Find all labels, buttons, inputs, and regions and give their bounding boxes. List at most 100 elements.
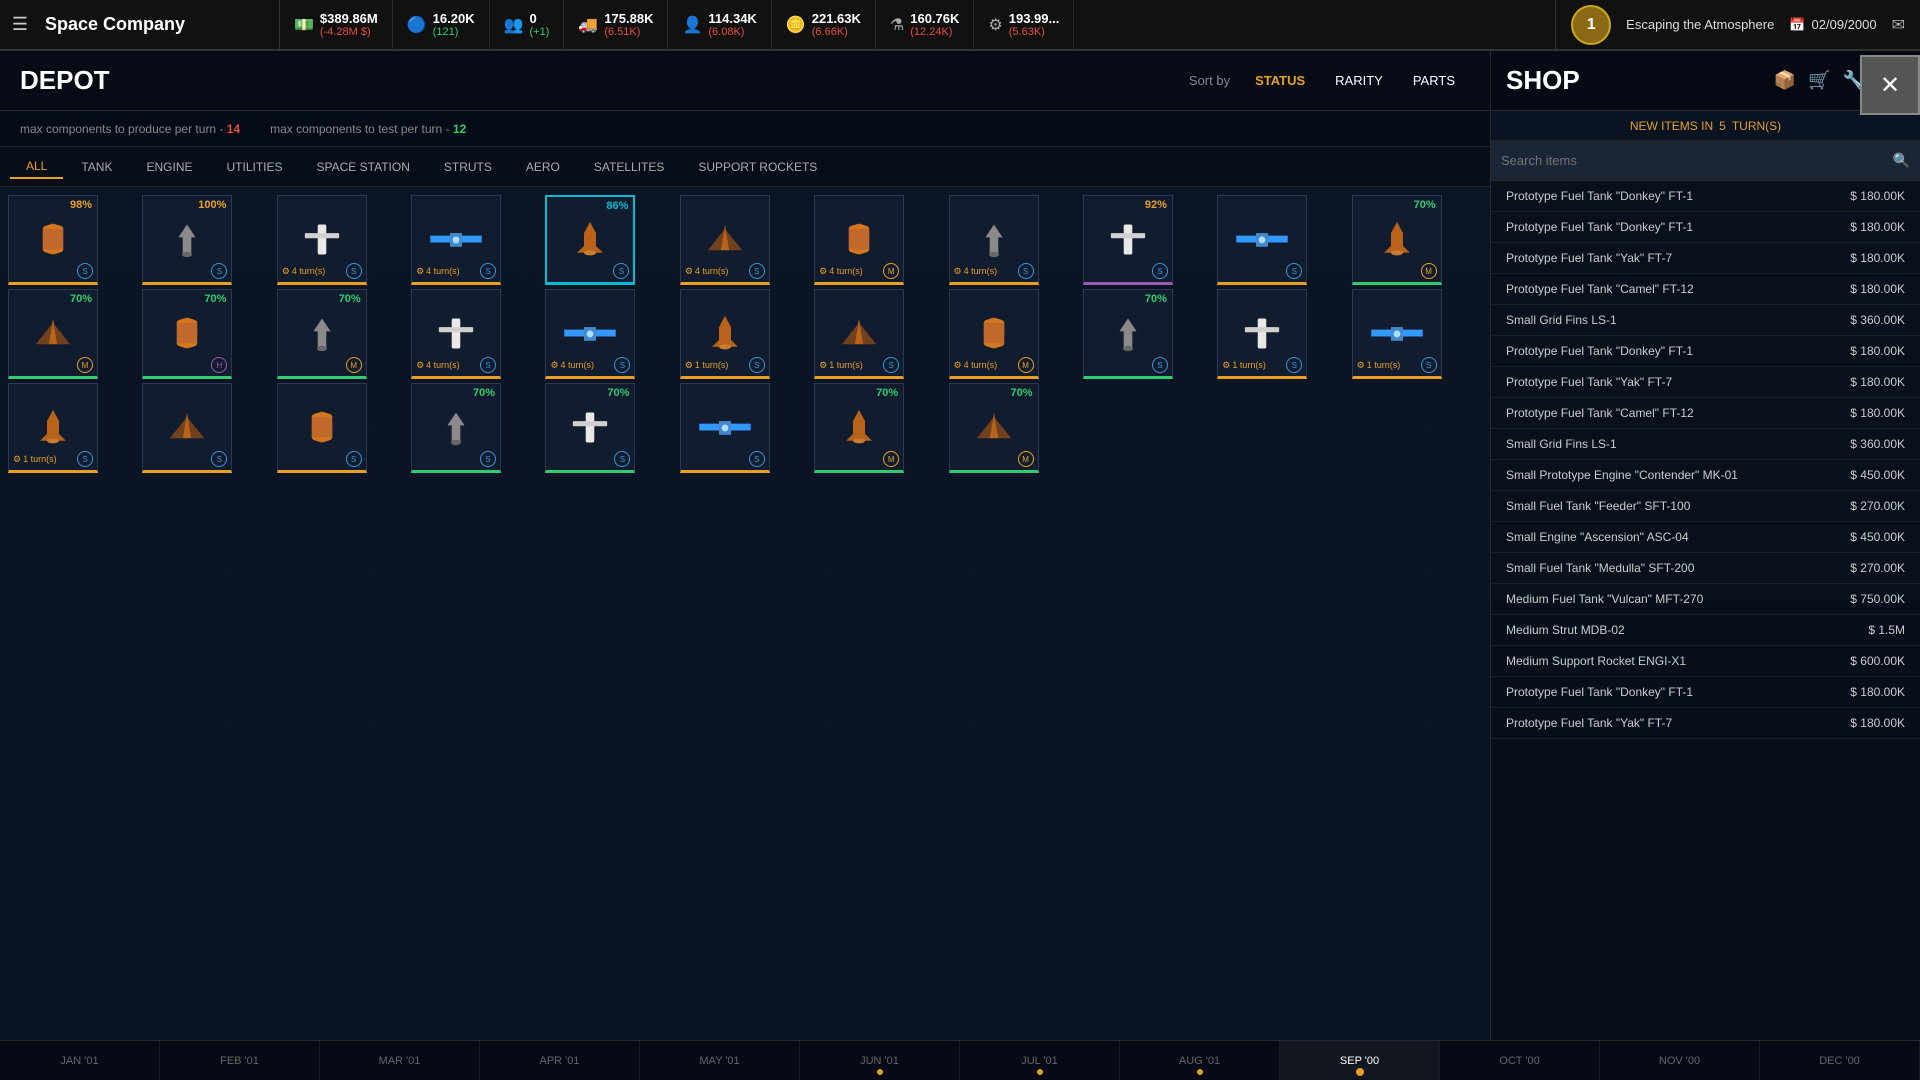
shop-list-item[interactable]: Small Fuel Tank "Medulla" SFT-200 $ 270.… [1491, 553, 1920, 584]
depot-item-bottom: ⚙4 turn(s) S [278, 263, 366, 279]
close-button[interactable]: ✕ [1860, 55, 1920, 115]
timeline-month-label: APR '01 [539, 1055, 579, 1067]
depot-item-bottom: S [143, 263, 231, 279]
depot-item[interactable]: ⚙4 turn(s) M [814, 195, 904, 285]
shop-list-item[interactable]: Small Grid Fins LS-1 $ 360.00K [1491, 305, 1920, 336]
depot-item-pct: 70% [1011, 387, 1033, 399]
sort-rarity-button[interactable]: RARITY [1323, 69, 1395, 92]
sort-parts-button[interactable]: PARTS [1401, 69, 1467, 92]
depot-item[interactable]: 70% H [142, 289, 232, 379]
filter-tab-support-rockets[interactable]: SUPPORT ROCKETS [682, 156, 833, 178]
shop-item-name: Prototype Fuel Tank "Yak" FT-7 [1506, 716, 1672, 730]
shop-list-item[interactable]: Medium Fuel Tank "Vulcan" MFT-270 $ 750.… [1491, 584, 1920, 615]
filter-tab-utilities[interactable]: UTILITIES [211, 156, 299, 178]
depot-item-turns: ⚙4 turn(s) [819, 266, 863, 277]
depot-item[interactable]: 98% S [8, 195, 98, 285]
timeline-month-label: FEB '01 [220, 1055, 259, 1067]
depot-item[interactable]: ⚙4 turn(s) S [411, 289, 501, 379]
shop-item-name: Prototype Fuel Tank "Donkey" FT-1 [1506, 220, 1693, 234]
shop-item-name: Small Grid Fins LS-1 [1506, 313, 1617, 327]
size-badge: S [749, 357, 765, 373]
depot-item[interactable]: 70% M [949, 383, 1039, 473]
shop-item-name: Small Fuel Tank "Feeder" SFT-100 [1506, 499, 1690, 513]
filter-tab-tank[interactable]: TANK [65, 156, 128, 178]
depot-item-bottom: ⚙4 turn(s) M [950, 357, 1038, 373]
depot-item[interactable]: 70% S [1083, 289, 1173, 379]
depot-item[interactable]: S [277, 383, 367, 473]
filter-tab-aero[interactable]: AERO [510, 156, 576, 178]
mail-icon[interactable]: ✉ [1892, 15, 1905, 35]
depot-item[interactable]: ⚙1 turn(s) S [814, 289, 904, 379]
depot-item-bottom: S [546, 451, 634, 467]
depot-item-pct: 70% [70, 293, 92, 305]
shop-item-name: Medium Support Rocket ENGI-X1 [1506, 654, 1686, 668]
depot-item[interactable]: 86% S [545, 195, 635, 285]
depot-item[interactable]: ⚙4 turn(s) S [545, 289, 635, 379]
shop-search[interactable]: 🔍 [1491, 141, 1920, 181]
shop-list-item[interactable]: Prototype Fuel Tank "Donkey" FT-1 $ 180.… [1491, 336, 1920, 367]
shop-list-item[interactable]: Prototype Fuel Tank "Donkey" FT-1 $ 180.… [1491, 181, 1920, 212]
depot-item-image [560, 407, 620, 447]
depot-item[interactable]: 70% S [545, 383, 635, 473]
depot-item[interactable]: ⚙1 turn(s) S [680, 289, 770, 379]
depot-item-pct: 86% [606, 200, 628, 212]
depot-item[interactable]: 92% S [1083, 195, 1173, 285]
depot-item[interactable]: 100% S [142, 195, 232, 285]
stat-values-0: $389.86M (-4.28M $) [320, 11, 378, 38]
depot-item[interactable]: ⚙1 turn(s) S [1352, 289, 1442, 379]
filter-tab-all[interactable]: ALL [10, 155, 63, 179]
shop-list-item[interactable]: Prototype Fuel Tank "Yak" FT-7 $ 180.00K [1491, 367, 1920, 398]
shop-list-item[interactable]: Prototype Fuel Tank "Camel" FT-12 $ 180.… [1491, 398, 1920, 429]
depot-item[interactable]: S [1217, 195, 1307, 285]
filter-tab-satellites[interactable]: SATELLITES [578, 156, 680, 178]
size-badge: S [1152, 357, 1168, 373]
depot-item[interactable]: ⚙4 turn(s) S [411, 195, 501, 285]
shop-list-item[interactable]: Small Fuel Tank "Feeder" SFT-100 $ 270.0… [1491, 491, 1920, 522]
filter-tab-struts[interactable]: STRUTS [428, 156, 508, 178]
shop-cart-icon[interactable]: 🛒 [1808, 70, 1830, 91]
depot-item-pct: 70% [473, 387, 495, 399]
depot-item[interactable]: 70% S [411, 383, 501, 473]
search-icon: 🔍 [1893, 152, 1910, 169]
depot-item-bottom: M [950, 451, 1038, 467]
depot-item-bottom: S [1084, 263, 1172, 279]
depot-item[interactable]: ⚙1 turn(s) S [1217, 289, 1307, 379]
depot-item[interactable]: 70% M [814, 383, 904, 473]
menu-button[interactable]: ☰ [0, 0, 40, 50]
shop-list-item[interactable]: Prototype Fuel Tank "Yak" FT-7 $ 180.00K [1491, 708, 1920, 739]
depot-item-image [964, 313, 1024, 353]
timeline-month-label: NOV '00 [1659, 1055, 1700, 1067]
depot-item[interactable]: 70% M [277, 289, 367, 379]
stat-values-5: 221.63K (6.66K) [812, 11, 861, 38]
filter-tab-engine[interactable]: ENGINE [130, 156, 208, 178]
depot-item-turns: ⚙1 turn(s) [685, 360, 729, 371]
depot-item[interactable]: S [142, 383, 232, 473]
depot-item[interactable]: ⚙4 turn(s) S [949, 195, 1039, 285]
shop-list-item[interactable]: Small Engine "Ascension" ASC-04 $ 450.00… [1491, 522, 1920, 553]
depot-item[interactable]: ⚙4 turn(s) M [949, 289, 1039, 379]
shop-list-item[interactable]: Prototype Fuel Tank "Yak" FT-7 $ 180.00K [1491, 243, 1920, 274]
search-input[interactable] [1501, 153, 1893, 168]
depot-item-bottom: S [681, 451, 769, 467]
depot-item[interactable]: 70% M [8, 289, 98, 379]
depot-item[interactable]: ⚙4 turn(s) S [277, 195, 367, 285]
depot-item-image [1098, 219, 1158, 259]
shop-box-icon[interactable]: 📦 [1774, 70, 1796, 91]
depot-item[interactable]: S [680, 383, 770, 473]
stat-icon-4: 👤 [682, 15, 702, 35]
depot-item-turns: ⚙4 turn(s) [416, 266, 460, 277]
depot-item-bottom: ⚙1 turn(s) S [9, 451, 97, 467]
shop-list-item[interactable]: Medium Support Rocket ENGI-X1 $ 600.00K [1491, 646, 1920, 677]
sort-status-button[interactable]: STATUS [1243, 69, 1317, 92]
depot-item[interactable]: ⚙4 turn(s) S [680, 195, 770, 285]
shop-list-item[interactable]: Small Grid Fins LS-1 $ 360.00K [1491, 429, 1920, 460]
shop-list-item[interactable]: Prototype Fuel Tank "Donkey" FT-1 $ 180.… [1491, 677, 1920, 708]
shop-list-item[interactable]: Medium Strut MDB-02 $ 1.5M [1491, 615, 1920, 646]
filter-tab-space-station[interactable]: SPACE STATION [301, 156, 426, 178]
shop-list-item[interactable]: Prototype Fuel Tank "Donkey" FT-1 $ 180.… [1491, 212, 1920, 243]
depot-item-pct: 100% [198, 199, 226, 211]
depot-item[interactable]: 70% M [1352, 195, 1442, 285]
depot-item[interactable]: ⚙1 turn(s) S [8, 383, 98, 473]
shop-list-item[interactable]: Small Prototype Engine "Contender" MK-01… [1491, 460, 1920, 491]
shop-list-item[interactable]: Prototype Fuel Tank "Camel" FT-12 $ 180.… [1491, 274, 1920, 305]
